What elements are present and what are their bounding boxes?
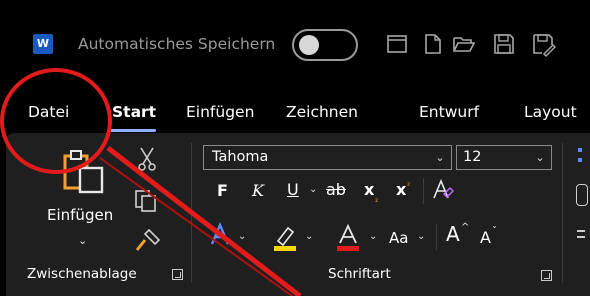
font-launcher-icon[interactable] — [541, 270, 552, 281]
highlight-chevron-down-icon[interactable]: ⌄ — [305, 231, 313, 242]
tab-datei[interactable]: Datei — [28, 103, 69, 121]
superscript-marker: ² — [407, 181, 411, 190]
bullets-icon[interactable] — [578, 148, 582, 152]
active-tab-indicator — [110, 129, 156, 132]
bold-button[interactable]: F — [217, 181, 228, 201]
font-color-chevron-down-icon[interactable]: ⌄ — [369, 231, 377, 242]
frame-icon[interactable] — [384, 31, 410, 57]
new-document-icon[interactable] — [419, 31, 445, 57]
underline-button[interactable]: U — [287, 180, 299, 200]
clipboard-launcher-icon[interactable] — [172, 269, 183, 280]
word-app-icon: W — [33, 34, 53, 54]
font-size-chevron-down-icon[interactable]: ⌄ — [529, 146, 551, 169]
toggle-knob — [299, 35, 319, 55]
clipboard-group-label: Zwischenablage — [27, 266, 137, 282]
font-size-combobox[interactable]: 12 ⌄ — [456, 145, 552, 170]
autosave-label: Automatisches Speichern — [78, 35, 276, 53]
strikethrough-button[interactable]: ab — [326, 180, 346, 200]
paste-label[interactable]: Einfügen — [47, 206, 113, 224]
format-painter-icon[interactable] — [135, 228, 161, 256]
text-effects-chevron-down-icon[interactable]: ⌄ — [238, 231, 246, 242]
paste-chevron-down-icon[interactable]: ⌄ — [78, 234, 87, 247]
change-case-chevron-down-icon[interactable]: ⌄ — [417, 231, 425, 242]
tab-zeichnen[interactable]: Zeichnen — [286, 103, 358, 121]
grow-font-button[interactable]: A — [446, 224, 460, 244]
shrink-font-button[interactable]: A — [480, 228, 491, 248]
highlight-icon[interactable] — [272, 224, 298, 256]
paste-icon[interactable] — [62, 148, 106, 194]
autosave-toggle[interactable] — [292, 29, 358, 61]
save-icon[interactable] — [491, 31, 517, 57]
superscript-button[interactable]: x — [396, 180, 406, 200]
subscript-button[interactable]: x — [364, 180, 374, 200]
open-folder-icon[interactable] — [451, 31, 477, 57]
font-size-value: 12 — [463, 149, 482, 165]
tab-einfuegen[interactable]: Einfügen — [186, 103, 254, 121]
save-as-icon[interactable] — [530, 31, 556, 57]
font-color-icon[interactable] — [335, 223, 361, 256]
tab-layout[interactable]: Layout — [524, 103, 577, 121]
line-spacing-icon-bar — [577, 236, 585, 238]
change-case-button[interactable]: Aa — [389, 228, 408, 248]
font-name-chevron-down-icon[interactable]: ⌄ — [429, 146, 451, 169]
title-bar: W Automatisches Speichern — [0, 0, 590, 95]
subscript-marker: ₂ — [375, 195, 379, 204]
font-divider-2 — [436, 224, 437, 250]
text-effects-icon[interactable] — [209, 221, 235, 252]
ribbon-tabs: Datei Start Einfügen Zeichnen Entwurf La… — [0, 95, 590, 133]
line-spacing-icon[interactable] — [577, 230, 585, 232]
underline-chevron-down-icon[interactable]: ⌄ — [309, 184, 317, 195]
cut-icon[interactable] — [137, 146, 157, 176]
group-divider-2 — [562, 143, 563, 283]
font-name-value: Tahoma — [212, 149, 269, 165]
bullets-icon-dot — [578, 158, 582, 162]
tab-entwurf[interactable]: Entwurf — [419, 103, 479, 121]
font-group-label: Schriftart — [328, 266, 391, 282]
clear-formatting-icon[interactable] — [431, 178, 455, 206]
grow-font-caret: ^ — [461, 222, 470, 233]
shrink-font-caret: ˇ — [492, 226, 497, 237]
font-name-combobox[interactable]: Tahoma ⌄ — [203, 145, 452, 170]
font-divider — [423, 178, 424, 204]
tab-start[interactable]: Start — [112, 103, 156, 121]
group-divider — [191, 143, 192, 283]
italic-button[interactable]: K — [252, 181, 264, 201]
paragraph-icon[interactable] — [576, 184, 588, 206]
copy-icon[interactable] — [133, 188, 159, 218]
